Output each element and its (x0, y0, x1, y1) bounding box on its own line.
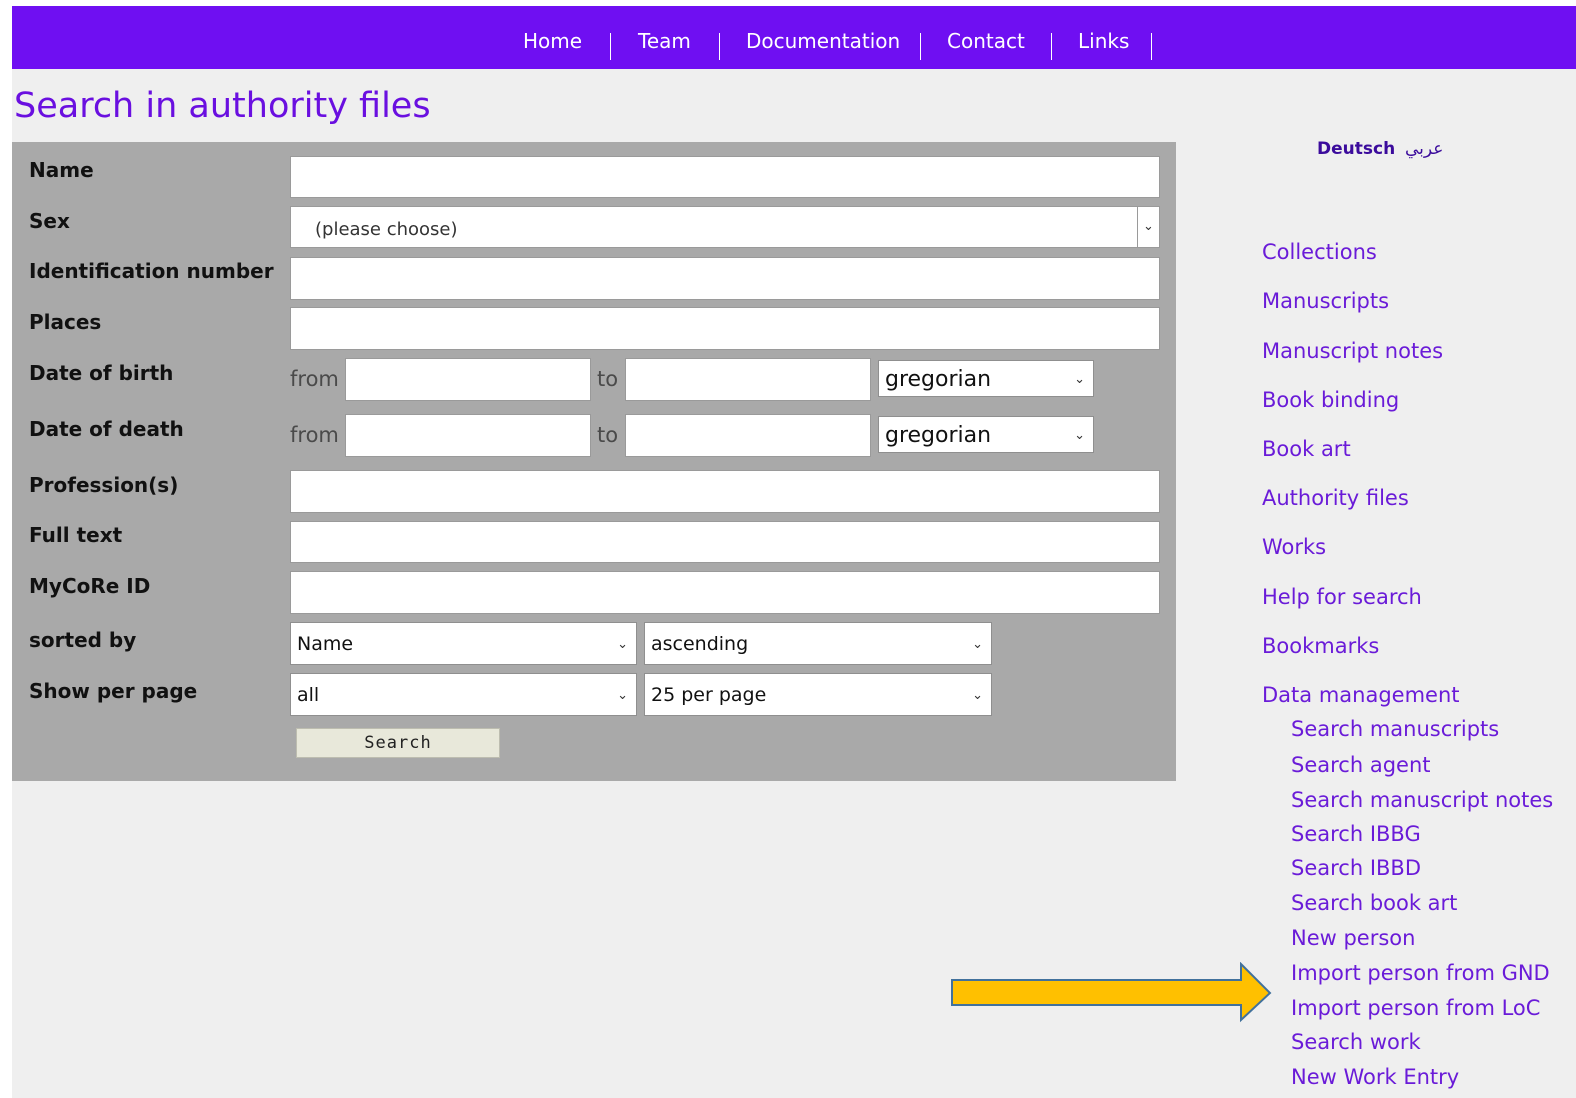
nav-separator (1051, 33, 1052, 60)
sidebar-item-manuscripts[interactable]: Manuscripts (1262, 289, 1389, 313)
nav-contact-link[interactable]: Contact (947, 6, 1025, 69)
date-of-death-label: Date of death (29, 417, 184, 441)
chevron-down-icon: ⌄ (617, 688, 628, 703)
birth-calendar-value: gregorian (885, 367, 992, 392)
chevron-down-icon: ⌄ (1074, 428, 1085, 443)
death-from-input[interactable] (345, 414, 591, 457)
profession-input[interactable] (290, 470, 1160, 513)
name-label: Name (29, 158, 94, 182)
search-button[interactable]: Search (296, 728, 500, 758)
sidebar-item-authority-files[interactable]: Authority files (1262, 486, 1409, 510)
sex-select-value: (please choose) (315, 219, 458, 240)
identification-number-input[interactable] (290, 257, 1160, 300)
chevron-down-icon: ⌄ (1074, 372, 1085, 387)
sidebar-item-manuscript-notes[interactable]: Manuscript notes (1262, 339, 1443, 363)
sidebar-item-help-for-search[interactable]: Help for search (1262, 585, 1422, 609)
nav-separator (920, 33, 921, 60)
sorted-by-label: sorted by (29, 628, 137, 652)
sidebar-item-bookmarks[interactable]: Bookmarks (1262, 634, 1379, 658)
chevron-down-icon: ⌄ (972, 688, 983, 703)
per-page-value: 25 per page (651, 684, 767, 706)
sidebar-subitem-search-book-art[interactable]: Search book art (1291, 891, 1457, 915)
nav-team-link[interactable]: Team (638, 6, 691, 69)
nav-documentation-link[interactable]: Documentation (746, 6, 900, 69)
page-title: Search in authority files (14, 86, 431, 126)
sort-field-value: Name (297, 633, 354, 655)
name-input[interactable] (290, 156, 1160, 198)
birth-from-text: from (290, 367, 339, 391)
sort-order-value: ascending (651, 633, 749, 655)
date-of-birth-label: Date of birth (29, 361, 174, 385)
death-from-text: from (290, 423, 339, 447)
sidebar-subitem-search-ibbd[interactable]: Search IBBD (1291, 856, 1421, 880)
full-text-label: Full text (29, 523, 123, 547)
birth-calendar-select[interactable]: gregorian ⌄ (878, 360, 1094, 397)
profession-label: Profession(s) (29, 473, 179, 497)
death-calendar-value: gregorian (885, 423, 992, 448)
sidebar-subitem-search-manuscript-notes[interactable]: Search manuscript notes (1291, 788, 1553, 812)
chevron-down-icon[interactable]: ⌄ (1137, 207, 1159, 247)
sidebar-subitem-search-work[interactable]: Search work (1291, 1030, 1421, 1054)
sort-order-select[interactable]: ascending ⌄ (644, 622, 992, 665)
sex-select[interactable]: (please choose) ⌄ (290, 206, 1160, 248)
sex-label: Sex (29, 209, 70, 233)
birth-to-text: to (597, 367, 619, 391)
nav-separator (719, 33, 720, 60)
mycore-id-input[interactable] (290, 571, 1160, 614)
identification-number-label: Identification number (29, 259, 274, 283)
full-text-input[interactable] (290, 521, 1160, 563)
sidebar-subitem-search-ibbg[interactable]: Search IBBG (1291, 822, 1421, 846)
sidebar-item-book-art[interactable]: Book art (1262, 437, 1351, 461)
nav-links-link[interactable]: Links (1078, 6, 1129, 69)
top-navigation: Home Team Documentation Contact Links (12, 6, 1576, 69)
sidebar-item-collections[interactable]: Collections (1262, 240, 1377, 264)
sidebar-subitem-search-manuscripts[interactable]: Search manuscripts (1291, 717, 1499, 741)
death-calendar-select[interactable]: gregorian ⌄ (878, 416, 1094, 453)
places-label: Places (29, 310, 102, 334)
places-input[interactable] (290, 307, 1160, 350)
sidebar-subitem-new-person[interactable]: New person (1291, 926, 1415, 950)
chevron-down-icon: ⌄ (617, 637, 628, 652)
nav-separator (1151, 33, 1152, 60)
mycore-id-label: MyCoRe ID (29, 574, 151, 598)
sidebar-item-works[interactable]: Works (1262, 535, 1326, 559)
nav-separator (610, 33, 611, 60)
chevron-down-icon: ⌄ (972, 637, 983, 652)
sidebar-subitem-import-person-loc[interactable]: Import person from LoC (1291, 996, 1540, 1020)
filter-select[interactable]: all ⌄ (290, 673, 637, 716)
arrow-right-icon (951, 962, 1272, 1023)
sidebar-subitem-search-agent[interactable]: Search agent (1291, 753, 1430, 777)
death-to-input[interactable] (625, 414, 871, 457)
filter-value: all (297, 684, 320, 706)
sidebar-item-data-management[interactable]: Data management (1262, 683, 1460, 707)
language-german-link[interactable]: Deutsch (1317, 139, 1395, 159)
show-per-page-label: Show per page (29, 679, 198, 703)
sidebar-subitem-import-person-gnd[interactable]: Import person from GND (1291, 961, 1550, 985)
sidebar-item-book-binding[interactable]: Book binding (1262, 388, 1399, 412)
language-arabic-link[interactable]: عربي (1405, 139, 1443, 159)
nav-home-link[interactable]: Home (523, 6, 582, 69)
birth-to-input[interactable] (625, 358, 871, 401)
sort-field-select[interactable]: Name ⌄ (290, 622, 637, 665)
birth-from-input[interactable] (345, 358, 591, 401)
sidebar-subitem-new-work-entry[interactable]: New Work Entry (1291, 1065, 1459, 1089)
per-page-select[interactable]: 25 per page ⌄ (644, 673, 992, 716)
death-to-text: to (597, 423, 619, 447)
